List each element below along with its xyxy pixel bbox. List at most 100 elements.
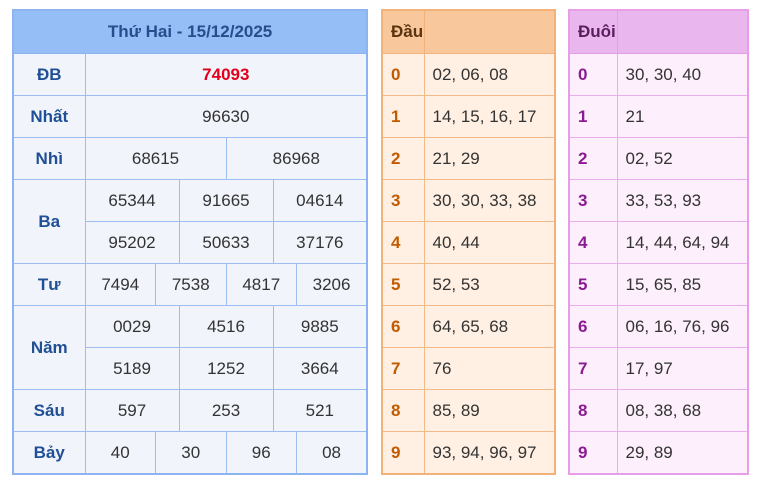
prize-value-tu: 4817 bbox=[225, 263, 297, 306]
prize-value-ba: 91665 bbox=[178, 179, 274, 222]
dau-header-blank bbox=[423, 10, 555, 54]
dau-body: 0 02, 06, 08 1 14, 15, 16, 17 2 21, 29 3 30,… bbox=[381, 53, 556, 475]
prize-row-bay: Bảy 40 30 96 08 bbox=[12, 431, 368, 475]
duoi-values: 30, 30, 40 bbox=[616, 53, 749, 96]
duoi-values: 29, 89 bbox=[616, 431, 749, 475]
dau-digit: 8 bbox=[381, 389, 425, 432]
dau-row: 1 14, 15, 16, 17 bbox=[381, 95, 556, 138]
dau-values: 93, 94, 96, 97 bbox=[423, 431, 556, 475]
prize-value-db: 74093 bbox=[84, 53, 368, 96]
duoi-values: 15, 65, 85 bbox=[616, 263, 749, 306]
duoi-header-blank bbox=[616, 10, 748, 54]
dau-row: 0 02, 06, 08 bbox=[381, 53, 556, 96]
prize-label-ba: Ba bbox=[12, 179, 86, 264]
dau-digit: 6 bbox=[381, 305, 425, 348]
prize-value-nhat: 96630 bbox=[84, 95, 368, 138]
duoi-table: Đuôi 0 30, 30, 40 1 21 2 02, 52 3 33, 53, 93… bbox=[568, 9, 749, 475]
duoi-values: 08, 38, 68 bbox=[616, 389, 749, 432]
prize-row-nam: Năm 0029 4516 9885 bbox=[12, 305, 368, 390]
prize-value-bay: 40 bbox=[84, 431, 156, 475]
prize-value-ba: 37176 bbox=[272, 221, 368, 264]
dau-values: 85, 89 bbox=[423, 389, 556, 432]
dau-values: 30, 30, 33, 38 bbox=[423, 179, 556, 222]
dau-row: 8 85, 89 bbox=[381, 389, 556, 432]
prize-value-nhi: 68615 bbox=[84, 137, 227, 180]
duoi-values: 17, 97 bbox=[616, 347, 749, 390]
dau-values: 52, 53 bbox=[423, 263, 556, 306]
prize-value-nam: 9885 bbox=[272, 305, 368, 348]
prize-value-nam: 3664 bbox=[272, 347, 368, 390]
prize-value-nam: 4516 bbox=[178, 305, 274, 348]
dau-digit: 3 bbox=[381, 179, 425, 222]
dau-row: 3 30, 30, 33, 38 bbox=[381, 179, 556, 222]
prize-value-ba: 04614 bbox=[272, 179, 368, 222]
duoi-row: 7 17, 97 bbox=[568, 347, 749, 390]
prize-label-sau: Sáu bbox=[12, 389, 86, 432]
dau-digit: 0 bbox=[381, 53, 425, 96]
duoi-values: 06, 16, 76, 96 bbox=[616, 305, 749, 348]
duoi-row: 2 02, 52 bbox=[568, 137, 749, 180]
dau-row: 4 40, 44 bbox=[381, 221, 556, 264]
prize-value-sau: 521 bbox=[272, 389, 368, 432]
prize-value-ba: 95202 bbox=[84, 221, 180, 264]
prize-row-tu: Tư 7494 7538 4817 3206 bbox=[12, 263, 368, 306]
prize-value-nam: 1252 bbox=[178, 347, 274, 390]
dau-values: 02, 06, 08 bbox=[423, 53, 556, 96]
dau-digit: 2 bbox=[381, 137, 425, 180]
duoi-digit: 2 bbox=[568, 137, 618, 180]
dau-digit: 4 bbox=[381, 221, 425, 264]
prize-row-nhat: Nhất 96630 bbox=[12, 95, 368, 138]
prize-label-bay: Bảy bbox=[12, 431, 86, 475]
prize-value-sau: 253 bbox=[178, 389, 274, 432]
prize-value-sau: 597 bbox=[84, 389, 180, 432]
dau-digit: 1 bbox=[381, 95, 425, 138]
dau-digit: 5 bbox=[381, 263, 425, 306]
prize-label-nhi: Nhì bbox=[12, 137, 86, 180]
duoi-digit: 0 bbox=[568, 53, 618, 96]
results-title: Thứ Hai - 15/12/2025 bbox=[13, 10, 368, 54]
duoi-row: 8 08, 38, 68 bbox=[568, 389, 749, 432]
prize-row-nhi: Nhì 68615 86968 bbox=[12, 137, 368, 180]
prize-value-bay: 96 bbox=[225, 431, 297, 475]
prize-label-nam: Năm bbox=[12, 305, 86, 390]
dau-values: 40, 44 bbox=[423, 221, 556, 264]
results-table: Thứ Hai - 15/12/2025 ĐB 74093 Nhất 96630… bbox=[12, 9, 369, 475]
prize-label-db: ĐB bbox=[12, 53, 86, 96]
dau-row: 5 52, 53 bbox=[381, 263, 556, 306]
prize-row-db: ĐB 74093 bbox=[12, 53, 368, 96]
dau-row: 9 93, 94, 96, 97 bbox=[381, 431, 556, 475]
prize-label-nhat: Nhất bbox=[12, 95, 86, 138]
dau-values: 14, 15, 16, 17 bbox=[423, 95, 556, 138]
duoi-digit: 8 bbox=[568, 389, 618, 432]
duoi-digit: 1 bbox=[568, 95, 618, 138]
prize-row-sau: Sáu 597 253 521 bbox=[12, 389, 368, 432]
dau-row: 2 21, 29 bbox=[381, 137, 556, 180]
dau-header: Đầu bbox=[382, 10, 424, 54]
duoi-row: 1 21 bbox=[568, 95, 749, 138]
duoi-digit: 4 bbox=[568, 221, 618, 264]
duoi-row: 0 30, 30, 40 bbox=[568, 53, 749, 96]
prize-value-ba: 65344 bbox=[84, 179, 180, 222]
dau-row: 6 64, 65, 68 bbox=[381, 305, 556, 348]
duoi-row: 5 15, 65, 85 bbox=[568, 263, 749, 306]
prize-value-tu: 7538 bbox=[155, 263, 227, 306]
dau-digit: 7 bbox=[381, 347, 425, 390]
duoi-row: 9 29, 89 bbox=[568, 431, 749, 475]
dau-values: 21, 29 bbox=[423, 137, 556, 180]
prize-value-nhi: 86968 bbox=[225, 137, 368, 180]
dau-values: 76 bbox=[423, 347, 556, 390]
prize-value-tu: 3206 bbox=[296, 263, 368, 306]
duoi-digit: 7 bbox=[568, 347, 618, 390]
prize-value-nam: 5189 bbox=[84, 347, 180, 390]
duoi-values: 21 bbox=[616, 95, 749, 138]
prize-row-ba: Ba 65344 91665 04614 bbox=[12, 179, 368, 264]
dau-values: 64, 65, 68 bbox=[423, 305, 556, 348]
duoi-digit: 3 bbox=[568, 179, 618, 222]
duoi-digit: 6 bbox=[568, 305, 618, 348]
duoi-header: Đuôi bbox=[569, 10, 617, 54]
duoi-row: 3 33, 53, 93 bbox=[568, 179, 749, 222]
duoi-row: 4 14, 44, 64, 94 bbox=[568, 221, 749, 264]
prize-value-bay: 08 bbox=[296, 431, 368, 475]
prize-value-nam: 0029 bbox=[84, 305, 180, 348]
duoi-digit: 9 bbox=[568, 431, 618, 475]
